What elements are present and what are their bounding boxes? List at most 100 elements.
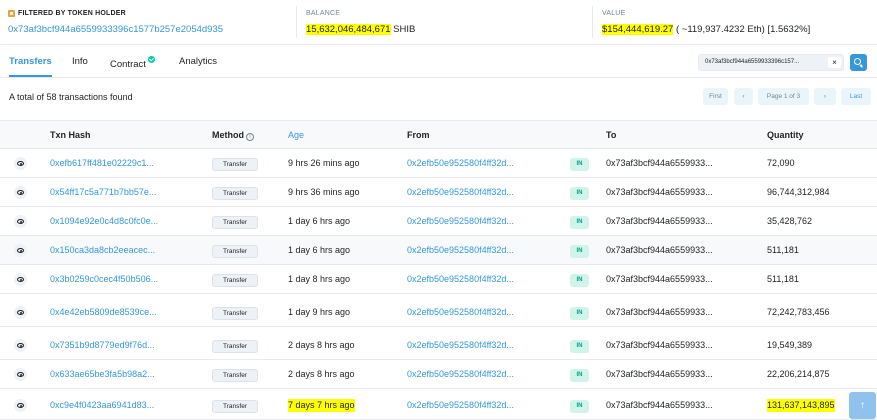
col-method: Method i [212,130,254,141]
col-quantity: Quantity [767,130,804,140]
direction-badge: IN [570,274,589,287]
txn-hash-link[interactable]: 0xefb617ff481e02229c1... [50,157,154,170]
transactions-total: A total of 58 transactions found [9,92,133,102]
value-amount: $154,444,619.27 [602,24,674,35]
token-holder-summary: FILTERED BY TOKEN HOLDER 0x73af3bcf944a6… [0,0,877,45]
age-cell: 1 day 9 hrs ago [288,307,351,317]
table-row: 0xc9e4f0423aa6941d83... Transfer 7 days … [0,391,877,420]
txn-hash-link[interactable]: 0x1094e92e0c4d8c0fc0e... [50,215,158,228]
info-icon[interactable]: i [246,133,254,141]
col-to: To [606,130,617,140]
eye-icon[interactable] [14,368,27,381]
txn-hash-link[interactable]: 0x633ae65be3fa5b98a2... [50,368,155,381]
search-button[interactable] [850,54,867,71]
age-cell: 9 hrs 36 mins ago [288,187,360,197]
age-cell: 9 hrs 26 mins ago [288,158,360,168]
balance-block: BALANCE 15,632,046,484,671 SHIB [296,6,576,38]
eye-icon[interactable] [14,306,27,319]
txn-hash-link[interactable]: 0x150ca3da8cb2eeacec... [50,244,155,257]
tab-contract-label: Contract [110,59,146,70]
method-badge: Transfer [212,187,258,200]
value-detail: ( ~119,937.4232 Eth) [1.5632%] [675,24,811,35]
from-address-link[interactable]: 0x2efb50e952580f4ff32d... [407,273,514,286]
from-address-link[interactable]: 0x2efb50e952580f4ff32d... [407,339,514,352]
value-label: VALUE [602,9,626,17]
to-address: 0x73af3bcf944a6559933... [606,307,713,317]
col-age[interactable]: Age [288,130,304,140]
table-row: 0x4e42eb5809de8539ce... Transfer 1 day 9… [0,298,877,327]
eye-icon[interactable] [14,399,27,412]
pager-last[interactable]: Last [841,88,871,105]
address-filter-field[interactable]: 0x73af3bcf944a6559933396c157... × [698,54,844,71]
table-row: 0x1094e92e0c4d8c0fc0e... Transfer 1 day … [0,207,877,236]
col-txn-hash: Txn Hash [50,130,91,140]
quantity-cell: 22,206,214,875 [767,369,830,379]
tab-info[interactable]: Info [72,56,88,70]
table-row: 0x3b0259c0cec4f50b506... Transfer 1 day … [0,265,877,294]
quantity-cell: 131,637,143,895 [767,399,835,412]
table-row: 0xefb617ff481e02229c1... Transfer 9 hrs … [0,149,877,178]
search-icon [854,58,861,65]
from-address-link[interactable]: 0x2efb50e952580f4ff32d... [407,306,514,319]
from-address-link[interactable]: 0x2efb50e952580f4ff32d... [407,215,514,228]
verified-check-icon [147,56,155,63]
txn-hash-link[interactable]: 0x4e42eb5809de8539ce... [50,306,157,319]
direction-badge: IN [570,216,589,229]
clear-filter-button[interactable]: × [828,57,841,68]
pager-prev[interactable]: ‹ [734,88,753,105]
pager-next[interactable]: › [814,88,836,105]
direction-badge: IN [570,369,589,382]
scroll-to-top-button[interactable]: ↑ [849,392,876,419]
eye-icon[interactable] [14,157,27,170]
method-badge: Transfer [212,400,258,413]
age-cell: 1 day 6 hrs ago [288,245,351,255]
quantity-cell: 511,181 [767,274,799,284]
txn-hash-link[interactable]: 0xc9e4f0423aa6941d83... [50,399,154,412]
method-badge: Transfer [212,340,258,353]
age-cell: 1 day 6 hrs ago [288,216,351,226]
txn-hash-link[interactable]: 0x7351b9d8779ed9f76d... [50,339,155,352]
from-address-link[interactable]: 0x2efb50e952580f4ff32d... [407,186,514,199]
from-address-link[interactable]: 0x2efb50e952580f4ff32d... [407,399,514,412]
eye-icon[interactable] [14,215,27,228]
from-address-link[interactable]: 0x2efb50e952580f4ff32d... [407,368,514,381]
age-cell: 2 days 8 hrs ago [288,340,355,350]
col-method-label: Method [212,130,244,140]
quantity-cell: 19,549,389 [767,340,813,350]
pager-first[interactable]: First [703,88,728,105]
direction-badge: IN [570,307,589,320]
to-address: 0x73af3bcf944a6559933... [606,274,713,284]
quantity-cell: 72,090 [767,158,795,168]
eye-icon[interactable] [14,273,27,286]
tab-transfers[interactable]: Transfers [9,56,52,77]
direction-badge: IN [570,400,589,413]
table-row: 0x7351b9d8779ed9f76d... Transfer 2 days … [0,331,877,360]
method-badge: Transfer [212,307,258,320]
txn-hash-link[interactable]: 0x54ff17c5a771b7bb57e... [50,186,156,199]
to-address: 0x73af3bcf944a6559933... [606,400,713,410]
tab-contract[interactable]: Contract [110,56,155,70]
holder-address-link[interactable]: 0x73af3bcf944a6559933396c1577b257e2054d9… [8,23,278,36]
eye-icon[interactable] [14,339,27,352]
eye-icon[interactable] [14,244,27,257]
to-address: 0x73af3bcf944a6559933... [606,340,713,350]
from-address-link[interactable]: 0x2efb50e952580f4ff32d... [407,157,514,170]
table-row: 0x633ae65be3fa5b98a2... Transfer 2 days … [0,360,877,389]
eye-icon[interactable] [14,186,27,199]
balance-unit: SHIB [393,24,416,35]
direction-badge: IN [570,187,589,200]
pager-page-indicator: Page 1 of 3 [758,88,809,105]
table-row: 0x54ff17c5a771b7bb57e... Transfer 9 hrs … [0,178,877,207]
balance-label: BALANCE [306,9,341,17]
tab-analytics[interactable]: Analytics [179,56,217,70]
age-cell: 2 days 8 hrs ago [288,369,355,379]
col-from: From [407,130,430,140]
direction-badge: IN [570,340,589,353]
method-badge: Transfer [212,245,258,258]
quantity-cell: 35,428,762 [767,216,813,226]
from-address-link[interactable]: 0x2efb50e952580f4ff32d... [407,244,514,257]
to-address: 0x73af3bcf944a6559933... [606,245,713,255]
txn-hash-link[interactable]: 0x3b0259c0cec4f50b506... [50,273,158,286]
direction-badge: IN [570,245,589,258]
holder-filter-block: FILTERED BY TOKEN HOLDER 0x73af3bcf944a6… [8,8,278,36]
